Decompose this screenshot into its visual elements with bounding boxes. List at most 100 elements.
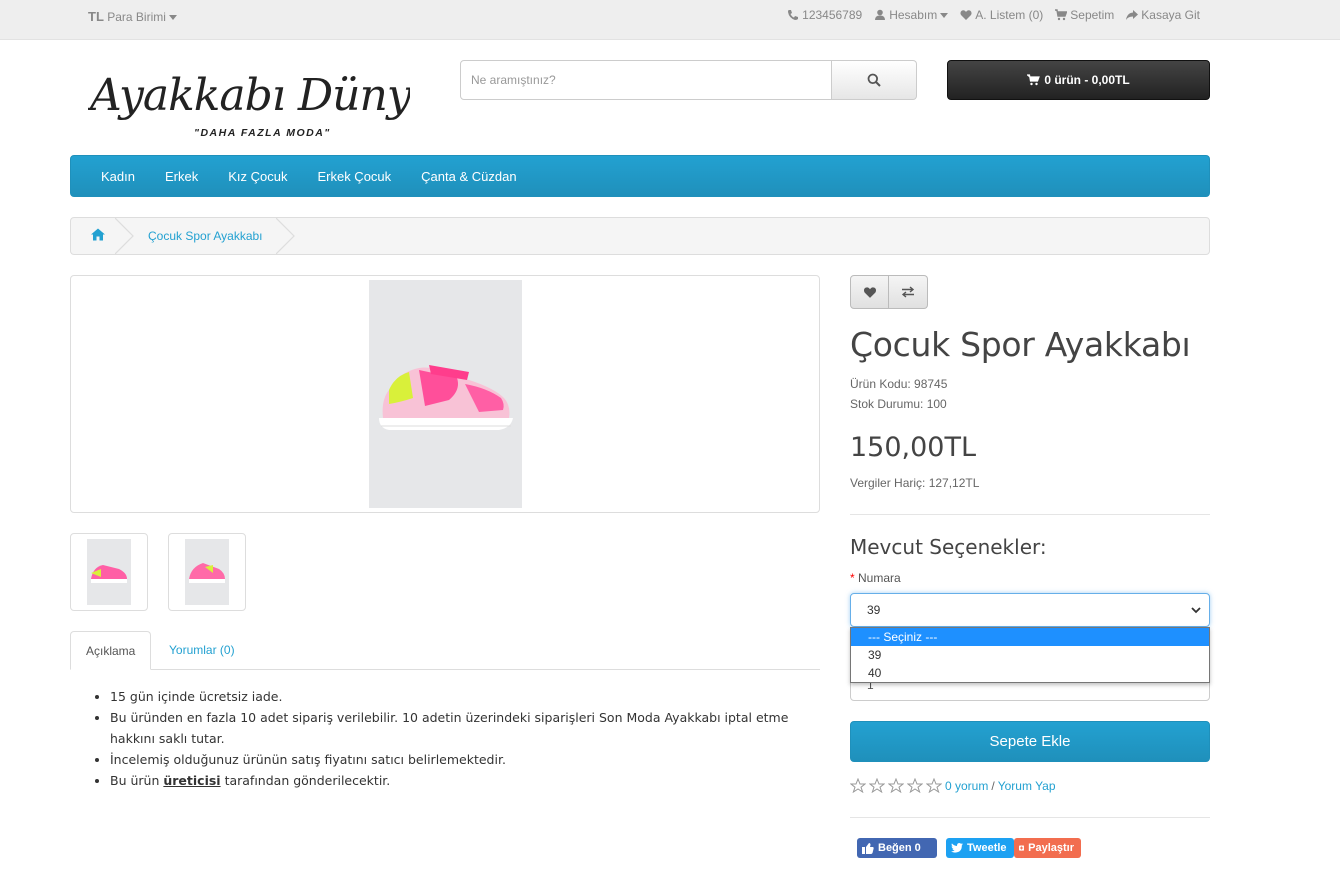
site-logo[interactable]: Ayakkabı Dünyası "DAHA FAZLA MODA" bbox=[86, 58, 472, 144]
size-select[interactable]: 39 bbox=[850, 593, 1210, 627]
nav-item-kiz-cocuk[interactable]: Kız Çocuk bbox=[213, 169, 302, 184]
add-to-cart-button[interactable]: Sepete Ekle bbox=[850, 721, 1210, 762]
add-to-wishlist-button[interactable] bbox=[850, 275, 889, 309]
phone-link[interactable]: 123456789 bbox=[787, 8, 862, 22]
product-action-buttons bbox=[850, 275, 928, 309]
divider bbox=[850, 817, 1210, 818]
chevron-down-icon bbox=[1191, 607, 1201, 614]
product-code: Ürün Kodu: 98745 bbox=[850, 377, 948, 391]
cart-button[interactable]: 0 ürün - 0,00TL bbox=[947, 60, 1210, 100]
heart-icon bbox=[863, 286, 876, 298]
rating-separator: / bbox=[991, 778, 995, 793]
nav-item-canta-cuzdan[interactable]: Çanta & Cüzdan bbox=[406, 169, 531, 184]
main-navigation: Kadın Erkek Kız Çocuk Erkek Çocuk Çanta … bbox=[70, 155, 1210, 197]
tab-reviews[interactable]: Yorumlar (0) bbox=[155, 631, 250, 670]
heart-icon bbox=[960, 10, 972, 20]
thumbnail-photo bbox=[87, 539, 131, 605]
phone-number: 123456789 bbox=[802, 8, 863, 22]
product-photo bbox=[369, 280, 522, 508]
caret-down-icon bbox=[169, 15, 178, 20]
compare-button[interactable] bbox=[889, 275, 928, 309]
options-heading: Mevcut Seçenekler: bbox=[850, 535, 1047, 559]
share-arrow-icon bbox=[1126, 10, 1139, 20]
write-review-link[interactable]: Yorum Yap bbox=[998, 779, 1056, 793]
description-item: 15 gün içinde ücretsiz iade. bbox=[110, 686, 800, 707]
description-text: tarafından gönderilecektir. bbox=[220, 773, 391, 788]
wishlist-link[interactable]: A. Listem (0) bbox=[960, 8, 1043, 22]
cart-label: Sepetim bbox=[1070, 8, 1115, 22]
checkout-label: Kasaya Git bbox=[1141, 8, 1200, 22]
nav-item-erkek[interactable]: Erkek bbox=[150, 169, 213, 184]
reviews-count-link[interactable]: 0 yorum bbox=[945, 779, 988, 793]
thumbnail-photo bbox=[185, 539, 229, 605]
shopping-cart-icon bbox=[1027, 74, 1041, 86]
star-empty-icon bbox=[926, 778, 942, 793]
size-option[interactable]: --- Seçiniz --- bbox=[851, 628, 1209, 646]
user-icon bbox=[875, 9, 886, 20]
plus-box-icon bbox=[1019, 845, 1025, 851]
share-label: Paylaştır bbox=[1028, 842, 1074, 854]
product-thumbnail-2[interactable] bbox=[168, 533, 246, 611]
rating-row: 0 yorum / Yorum Yap bbox=[850, 778, 1056, 793]
size-option[interactable]: 39 bbox=[851, 646, 1209, 664]
svg-text:Ayakkabı Dünyası: Ayakkabı Dünyası bbox=[88, 70, 410, 121]
checkout-link[interactable]: Kasaya Git bbox=[1126, 8, 1200, 22]
sneaker-image bbox=[379, 365, 513, 430]
size-label: * Numara bbox=[850, 571, 901, 585]
search-button[interactable] bbox=[832, 60, 917, 100]
facebook-like-button[interactable]: Beğen 0 bbox=[857, 838, 937, 858]
search-input[interactable]: Ne aramıştınız? bbox=[460, 60, 832, 100]
top-bar: TL Para Birimi 123456789 Hesabım A. List… bbox=[0, 0, 1340, 40]
breadcrumb-separator bbox=[115, 218, 134, 254]
size-select-value: 39 bbox=[867, 603, 881, 617]
star-empty-icon bbox=[850, 778, 866, 793]
price-ex-tax: Vergiler Hariç: 127,12TL bbox=[850, 476, 980, 490]
product-tabs: Açıklama Yorumlar (0) bbox=[70, 631, 820, 670]
required-mark: * bbox=[850, 571, 855, 585]
nav-item-kadin[interactable]: Kadın bbox=[86, 169, 150, 184]
wishlist-label: A. Listem (0) bbox=[975, 8, 1044, 22]
description-item: Bu ürün üreticisi tarafından gönderilece… bbox=[110, 770, 800, 791]
social-buttons: Beğen 0 Tweetle Paylaştır bbox=[857, 838, 1081, 858]
description-bold-text: üreticisi bbox=[163, 773, 221, 788]
account-label: Hesabım bbox=[889, 8, 938, 22]
tab-description[interactable]: Açıklama bbox=[70, 631, 152, 670]
facebook-like-label: Beğen 0 bbox=[878, 842, 921, 854]
size-option[interactable]: 40 bbox=[851, 664, 1209, 682]
star-empty-icon bbox=[907, 778, 923, 793]
divider bbox=[850, 514, 1210, 515]
breadcrumb: Çocuk Spor Ayakkabı bbox=[70, 217, 1210, 255]
star-empty-icon bbox=[888, 778, 904, 793]
cart-link[interactable]: Sepetim bbox=[1055, 8, 1114, 22]
cart-button-label: 0 ürün - 0,00TL bbox=[1044, 73, 1130, 87]
home-icon[interactable] bbox=[91, 228, 105, 241]
product-description: 15 gün içinde ücretsiz iade. Bu üründen … bbox=[110, 686, 800, 791]
size-label-text: Numara bbox=[858, 571, 901, 585]
tweet-button[interactable]: Tweetle bbox=[946, 838, 1014, 858]
svg-text:"DAHA FAZLA MODA": "DAHA FAZLA MODA" bbox=[194, 127, 331, 139]
size-dropdown-list: --- Seçiniz --- 39 40 bbox=[850, 627, 1210, 683]
shopping-cart-icon bbox=[1055, 9, 1068, 21]
currency-dropdown[interactable]: TL Para Birimi bbox=[88, 9, 178, 24]
breadcrumb-current[interactable]: Çocuk Spor Ayakkabı bbox=[148, 229, 263, 243]
caret-down-icon bbox=[940, 13, 949, 18]
stock-status: Stok Durumu: 100 bbox=[850, 397, 947, 411]
star-empty-icon bbox=[869, 778, 885, 793]
product-main-image[interactable] bbox=[70, 275, 820, 513]
breadcrumb-separator bbox=[276, 218, 295, 254]
currency-label: Para Birimi bbox=[107, 10, 166, 24]
description-item: İncelemiş olduğunuz ürünün satış fiyatın… bbox=[110, 749, 800, 770]
account-dropdown[interactable]: Hesabım bbox=[874, 8, 949, 22]
share-button[interactable]: Paylaştır bbox=[1014, 838, 1081, 858]
thumbs-up-icon bbox=[862, 842, 874, 854]
product-thumbnail-1[interactable] bbox=[70, 533, 148, 611]
search-icon bbox=[867, 73, 881, 87]
twitter-icon bbox=[951, 843, 963, 853]
description-text: Bu ürün bbox=[110, 773, 164, 788]
logo-image: Ayakkabı Dünyası "DAHA FAZLA MODA" bbox=[86, 70, 472, 139]
phone-icon bbox=[788, 10, 799, 20]
nav-item-erkek-cocuk[interactable]: Erkek Çocuk bbox=[302, 169, 406, 184]
product-title: Çocuk Spor Ayakkabı bbox=[850, 325, 1191, 364]
product-price: 150,00TL bbox=[850, 432, 977, 463]
currency-symbol: TL bbox=[88, 9, 104, 24]
